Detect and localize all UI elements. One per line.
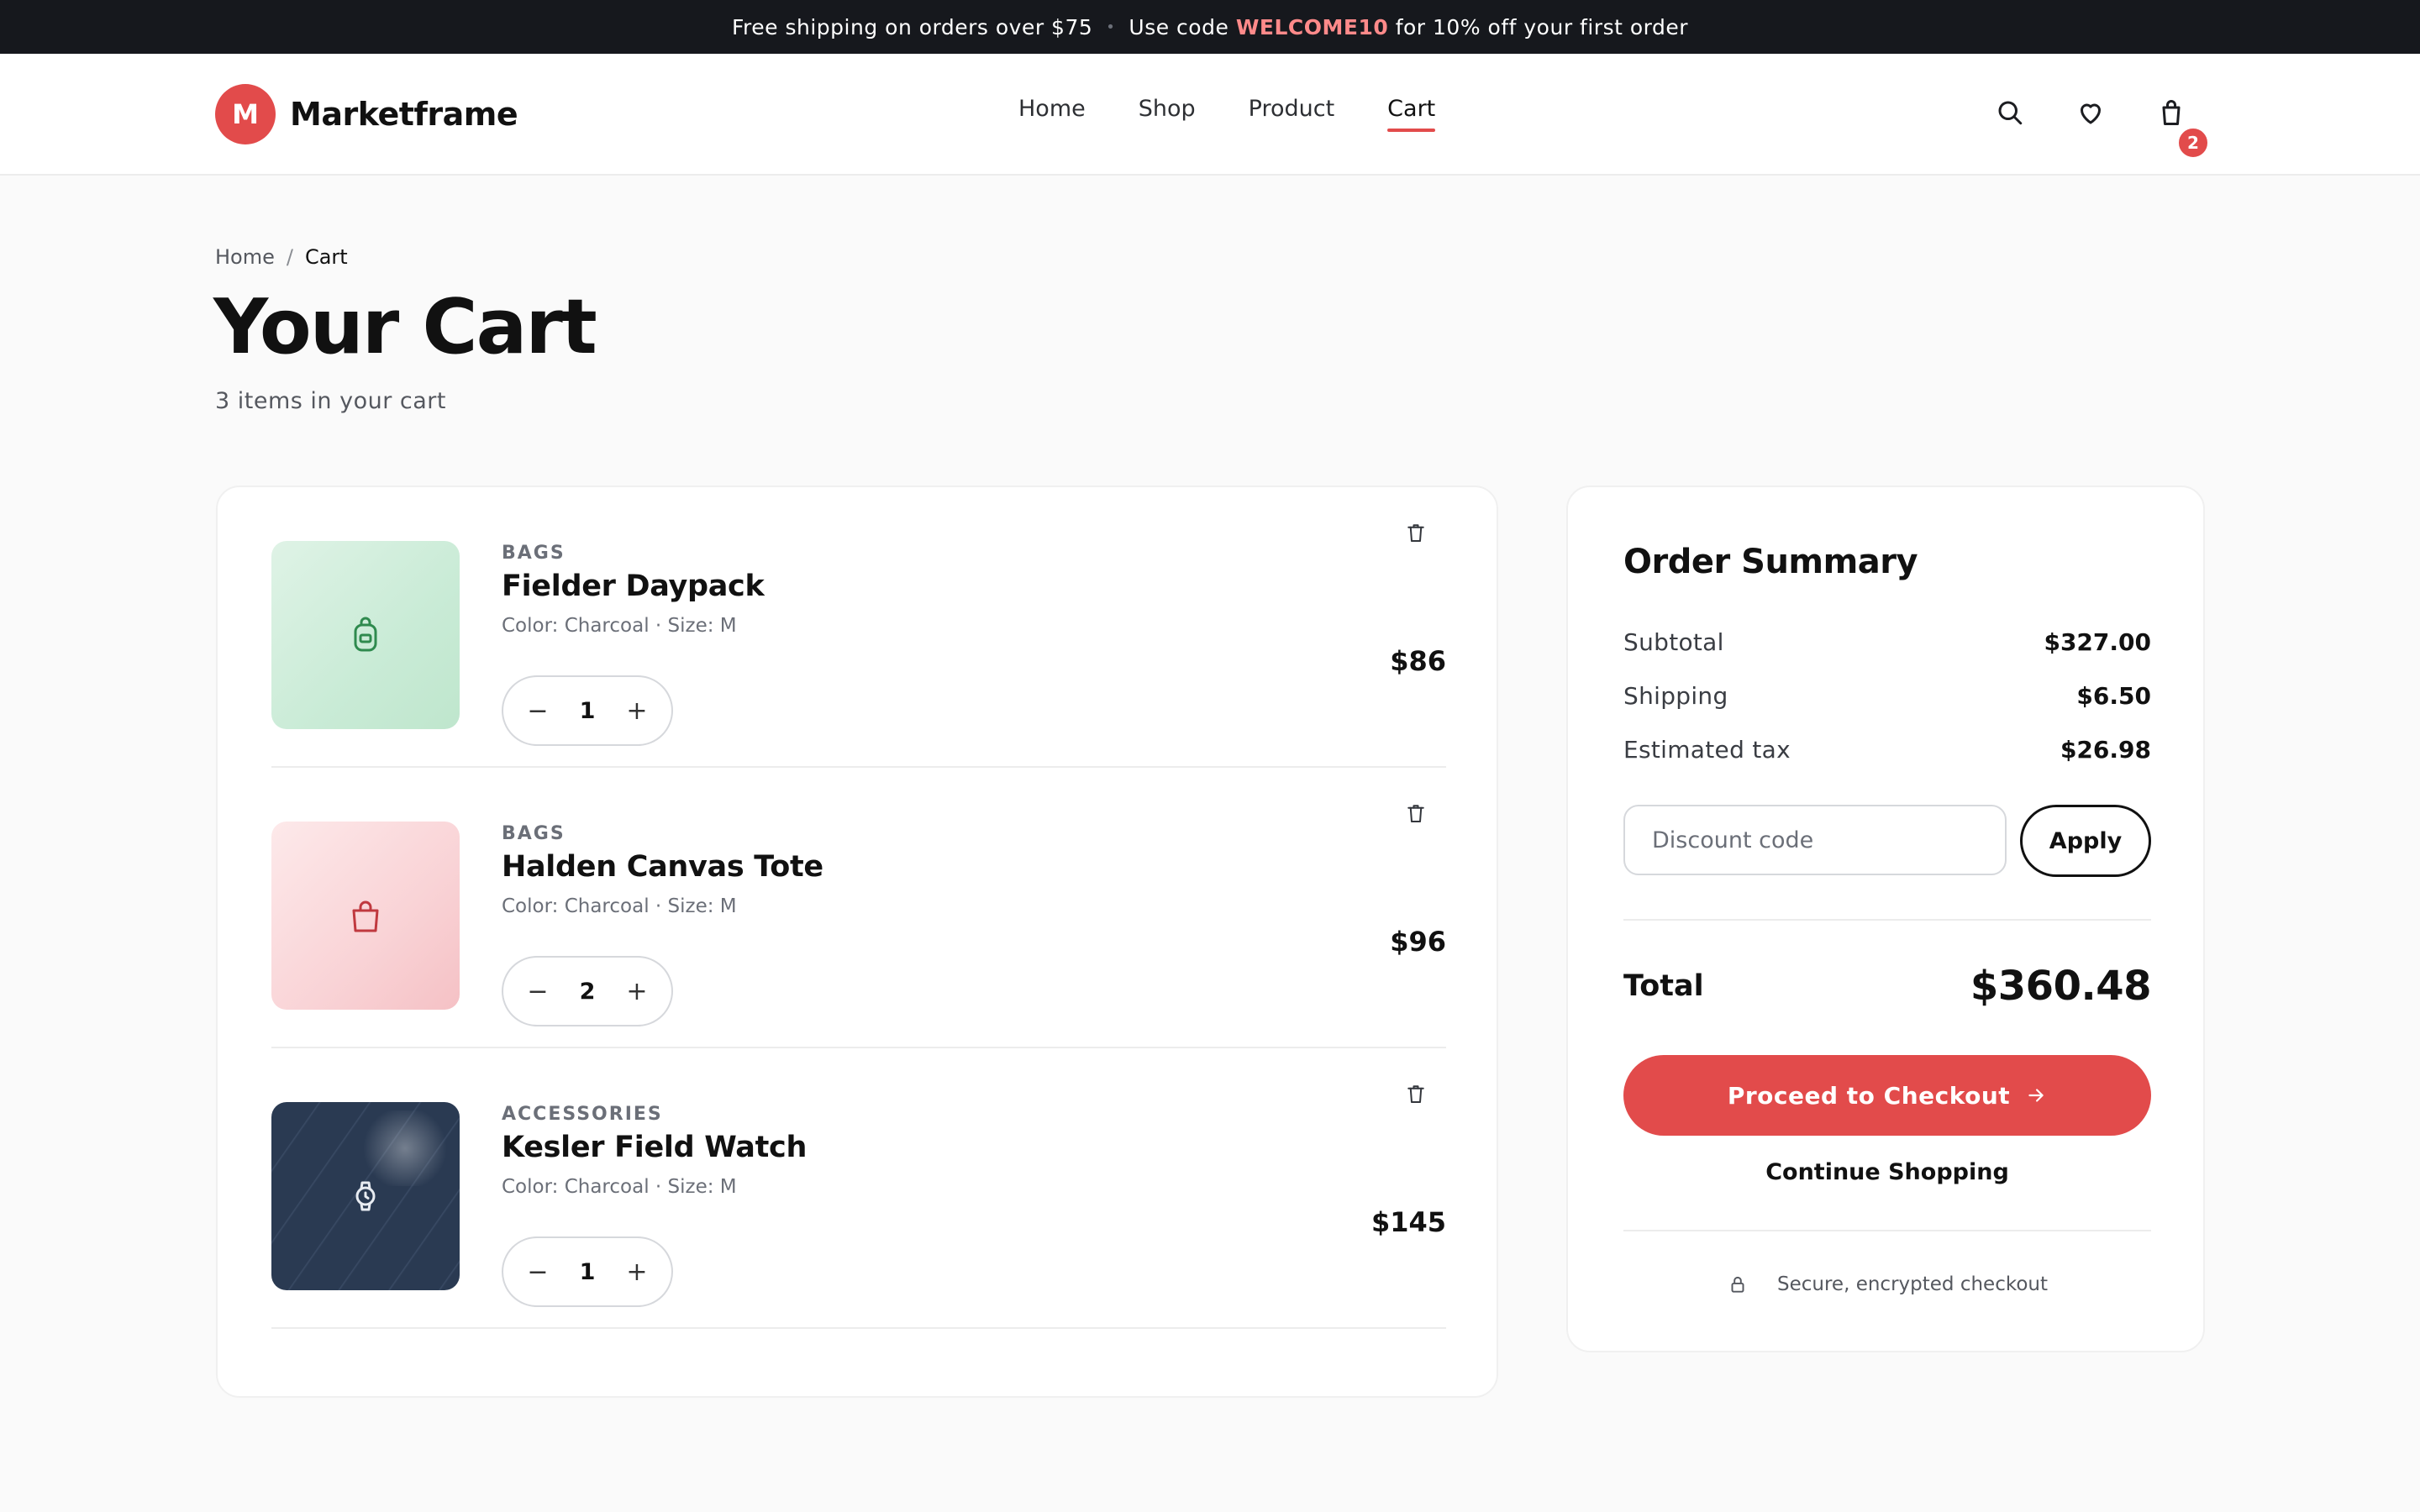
product-thumbnail[interactable] [271,1102,460,1290]
shipping-value: $6.50 [2076,682,2151,710]
quantity-value: 1 [579,697,596,724]
nav-shop[interactable]: Shop [1139,96,1196,129]
item-category: BAGS [502,823,566,844]
total-label: Total [1623,969,1704,1003]
trash-icon[interactable] [1399,1077,1433,1110]
summary-divider [1623,919,2151,921]
total-row: Total $360.48 [1623,963,2152,1010]
page-subtitle: 3 items in your cart [215,388,446,414]
decrease-qty-button[interactable]: − [525,1257,550,1287]
brand-name: Marketframe [290,96,518,133]
product-thumbnail[interactable] [271,541,460,729]
main-nav: Home Shop Product Cart [1018,96,1436,132]
cart-count-badge: 2 [2176,126,2210,160]
quantity-stepper: − 1 + [502,1236,673,1307]
quantity-stepper: − 2 + [502,956,673,1026]
discount-code-input[interactable] [1623,805,2007,875]
shipping-row: Shipping $6.50 [1623,682,2151,710]
product-thumbnail[interactable] [271,822,460,1010]
subtotal-label: Subtotal [1623,628,1724,656]
secure-checkout-note: Secure, encrypted checkout [1623,1273,2151,1295]
cart-item: ACCESSORIES Kesler Field Watch Color: Ch… [271,1048,1446,1329]
watch-icon [355,1181,376,1211]
item-category: BAGS [502,543,566,564]
order-summary-card: Order Summary Subtotal $327.00 Shipping … [1566,486,2205,1352]
promo-bar: Free shipping on orders over $75 • Use c… [0,0,2420,54]
tax-label: Estimated tax [1623,736,1791,764]
backpack-icon [354,617,377,652]
summary-divider [1623,1230,2151,1231]
search-icon[interactable] [1993,96,2027,129]
cart-items-card: BAGS Fielder Daypack Color: Charcoal · S… [216,486,1498,1398]
item-price: $86 [1390,645,1446,677]
arrow-right-icon [2028,1089,2044,1102]
brand-logo[interactable]: M Marketframe [215,84,518,144]
lock-icon [1731,1276,1744,1293]
shipping-label: Shipping [1623,682,1728,710]
trash-icon[interactable] [1399,516,1433,549]
item-meta: Color: Charcoal · Size: M [502,895,737,917]
tax-row: Estimated tax $26.98 [1623,736,2151,764]
trash-icon[interactable] [1399,796,1433,830]
secure-text: Secure, encrypted checkout [1777,1273,2048,1295]
item-meta: Color: Charcoal · Size: M [502,615,737,637]
tote-bag-icon [352,900,379,932]
tax-value: $26.98 [2060,736,2151,764]
promo-code-suffix: for 10% off your first order [1395,14,1689,39]
breadcrumb: Home / Cart [215,245,348,269]
total-value: $360.48 [1970,963,2152,1010]
promo-shipping-text: Free shipping on orders over $75 [731,14,1093,39]
item-price: $145 [1370,1206,1446,1238]
brand-mark: M [215,84,276,144]
shopping-bag-icon[interactable] [2154,96,2188,129]
checkout-label: Proceed to Checkout [1727,1081,2011,1110]
decrease-qty-button[interactable]: − [525,696,550,726]
decrease-qty-button[interactable]: − [525,977,550,1006]
nav-cart[interactable]: Cart [1387,96,1436,132]
breadcrumb-home[interactable]: Home [215,245,275,269]
item-category: ACCESSORIES [502,1104,663,1125]
nav-home[interactable]: Home [1018,96,1086,129]
page-title: Your Cart [213,283,597,371]
cart-item: BAGS Fielder Daypack Color: Charcoal · S… [271,487,1446,768]
item-price: $96 [1390,926,1446,958]
quantity-value: 2 [579,978,596,1005]
nav-product[interactable]: Product [1249,96,1335,129]
quantity-value: 1 [579,1258,596,1285]
continue-shopping-link[interactable]: Continue Shopping [1623,1159,2151,1185]
increase-qty-button[interactable]: + [624,977,650,1006]
increase-qty-button[interactable]: + [624,1257,650,1287]
apply-discount-button[interactable]: Apply [2020,805,2151,877]
item-name[interactable]: Fielder Daypack [502,570,765,603]
site-header: M Marketframe Home Shop Product Cart 2 [0,54,2420,176]
subtotal-row: Subtotal $327.00 [1623,628,2151,656]
item-meta: Color: Charcoal · Size: M [502,1176,737,1198]
item-name[interactable]: Halden Canvas Tote [502,850,823,884]
proceed-to-checkout-button[interactable]: Proceed to Checkout [1623,1055,2151,1136]
summary-title: Order Summary [1623,543,1918,581]
quantity-stepper: − 1 + [502,675,673,746]
heart-icon[interactable] [2074,96,2107,129]
subtotal-value: $327.00 [2044,628,2151,656]
item-name[interactable]: Kesler Field Watch [502,1131,807,1164]
breadcrumb-current: Cart [304,245,348,269]
promo-separator: • [1106,18,1116,36]
increase-qty-button[interactable]: + [624,696,650,726]
promo-code-prefix: Use code [1128,14,1229,39]
promo-code: WELCOME10 [1235,14,1389,39]
cart-item: BAGS Halden Canvas Tote Color: Charcoal … [271,768,1446,1048]
breadcrumb-separator: / [286,245,293,269]
